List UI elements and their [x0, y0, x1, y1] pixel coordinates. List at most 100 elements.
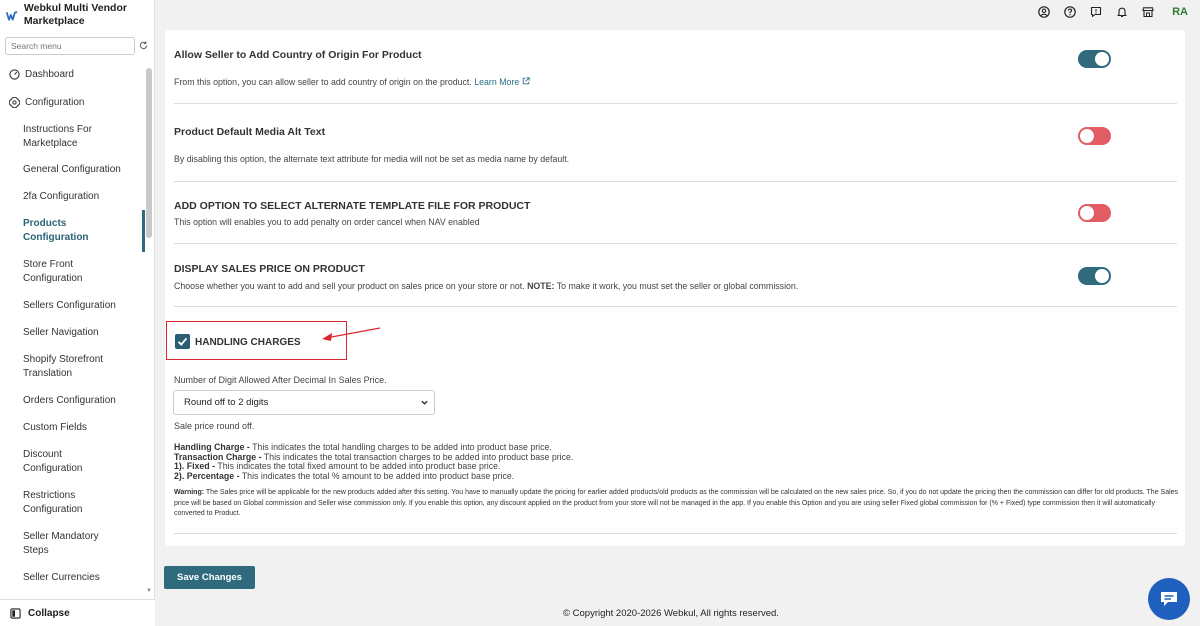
warning-text: The Sales price will be applicable for t… — [174, 489, 1179, 517]
bell-icon[interactable] — [1114, 4, 1130, 20]
collapse-label: Collapse — [28, 607, 70, 619]
learn-more-label: Learn More — [474, 77, 520, 87]
gear-icon — [9, 96, 20, 108]
avatar[interactable]: RA — [1172, 6, 1188, 18]
decimal-digits-label: Number of Digit Allowed After Decimal In… — [174, 375, 387, 385]
sidebar-item-label: Discount Configuration — [23, 448, 83, 474]
active-indicator — [142, 210, 145, 252]
sidebar-item-general[interactable]: General Configuration — [0, 156, 145, 183]
setting-description: This option will enables you to add pena… — [174, 217, 480, 227]
app-name: Webkul Multi Vendor Marketplace — [23, 2, 127, 27]
alternate-template-toggle[interactable] — [1078, 204, 1111, 222]
save-changes-button[interactable]: Save Changes — [164, 566, 255, 589]
handling-charges-checkbox[interactable] — [175, 334, 190, 349]
setting-description: Choose whether you want to add and sell … — [174, 281, 798, 291]
sidebar-item-discount[interactable]: Discount Configuration — [0, 441, 145, 482]
sidebar-item-currencies[interactable]: Seller Currencies — [0, 564, 145, 591]
sidebar-item-label: Sellers Configuration — [23, 299, 116, 311]
sidebar-item-label: Products Configuration — [23, 217, 89, 243]
refresh-icon[interactable] — [139, 41, 149, 51]
select-value: Round off to 2 digits — [184, 397, 269, 408]
dashboard-icon — [9, 69, 20, 80]
sidebar-item-custom-fields[interactable]: Custom Fields — [0, 414, 145, 441]
sidebar-item-label: Seller Navigation — [23, 326, 99, 338]
definition-term: 1). Fixed - — [174, 461, 216, 471]
check-icon — [177, 337, 188, 346]
help-icon[interactable] — [1062, 4, 1078, 20]
sidebar-item-dashboard[interactable]: Dashboard — [0, 63, 145, 86]
sidebar: Webkul Multi Vendor Marketplace Dashboar… — [0, 0, 155, 626]
sidebar-item-label: Seller Mandatory Steps — [23, 530, 99, 556]
collapse-icon — [10, 607, 21, 619]
sidebar-item-label: Configuration — [25, 96, 85, 108]
sidebar-item-label: Shopify Storefront Translation — [23, 353, 104, 379]
definition-text: This indicates the total handling charge… — [252, 442, 552, 452]
sidebar-item-label: Restrictions Configuration — [23, 489, 83, 515]
collapse-button[interactable]: Collapse — [0, 599, 155, 626]
brand: Webkul Multi Vendor Marketplace — [0, 0, 154, 32]
sidebar-menu: Dashboard Configuration Instructions For… — [0, 63, 145, 591]
roundoff-note: Sale price round off. — [174, 421, 255, 431]
setting-title: Allow Seller to Add Country of Origin Fo… — [174, 49, 422, 61]
setting-description-text: Choose whether you want to add and sell … — [174, 281, 525, 291]
setting-title: Product Default Media Alt Text — [174, 126, 326, 138]
setting-title: DISPLAY SALES PRICE ON PRODUCT — [174, 263, 365, 275]
setting-description: By disabling this option, the alternate … — [174, 154, 570, 164]
warning-note: Warning: The Sales price will be applica… — [174, 488, 1179, 520]
setting-description-text: From this option, you can allow seller t… — [174, 77, 472, 87]
sidebar-item-restrictions[interactable]: Restrictions Configuration — [0, 482, 145, 523]
user-circle-icon[interactable] — [1036, 4, 1052, 20]
media-alt-text-toggle[interactable] — [1078, 127, 1111, 145]
sidebar-item-store-front[interactable]: Store Front Configuration — [0, 251, 145, 292]
sidebar-item-sellers[interactable]: Sellers Configuration — [0, 292, 145, 319]
definition-text: This indicates the total % amount to be … — [241, 470, 515, 481]
chat-bubble-icon[interactable] — [1088, 4, 1104, 20]
sidebar-item-label: Store Front Configuration — [23, 258, 83, 284]
sidebar-item-label: 2fa Configuration — [23, 190, 100, 202]
learn-more-link[interactable]: Learn More — [474, 77, 530, 87]
sidebar-item-label: Instructions For Marketplace — [23, 124, 92, 149]
handling-charges-label: HANDLING CHARGES — [195, 337, 301, 348]
setting-description: From this option, you can allow seller t… — [174, 77, 530, 87]
sales-price-toggle[interactable] — [1078, 267, 1111, 285]
sidebar-item-label: Custom Fields — [23, 421, 87, 433]
warning-label: Warning: — [174, 489, 205, 496]
sidebar-item-orders[interactable]: Orders Configuration — [0, 387, 145, 414]
scroll-down-arrow-icon[interactable]: ▼ — [146, 588, 152, 594]
note-text: To make it work, you must set the seller… — [556, 281, 799, 291]
definition-text: This indicates the total fixed amount to… — [217, 461, 501, 471]
sidebar-item-mandatory-steps[interactable]: Seller Mandatory Steps — [0, 523, 145, 564]
sidebar-item-2fa[interactable]: 2fa Configuration — [0, 183, 145, 210]
setting-alternate-template: ADD OPTION TO SELECT ALTERNATE TEMPLATE … — [174, 182, 1177, 244]
decimal-round-select[interactable]: Round off to 2 digits — [173, 390, 435, 415]
definition-row: 2). Percentage - This indicates the tota… — [174, 470, 573, 482]
sidebar-item-products[interactable]: Products Configuration — [0, 210, 145, 251]
search-menu-input[interactable] — [5, 37, 135, 55]
sidebar-item-storefront-translation[interactable]: Shopify Storefront Translation — [0, 346, 145, 387]
definition-term: Transaction Charge - — [174, 451, 262, 462]
topbar: RA — [156, 0, 1200, 24]
setting-media-alt-text: Product Default Media Alt Text By disabl… — [174, 104, 1177, 182]
chat-icon — [1161, 592, 1177, 606]
external-link-icon — [522, 77, 530, 85]
sidebar-item-label: Seller Currencies — [23, 571, 100, 583]
note-label: NOTE: — [527, 281, 555, 291]
sidebar-item-seller-navigation[interactable]: Seller Navigation — [0, 319, 145, 346]
sidebar-item-label: General Configuration — [23, 163, 121, 175]
country-origin-toggle[interactable] — [1078, 50, 1111, 68]
sidebar-item-label: Orders Configuration — [23, 394, 116, 406]
sidebar-item-label: Dashboard — [25, 69, 74, 80]
chat-support-button[interactable] — [1148, 578, 1190, 620]
setting-title: ADD OPTION TO SELECT ALTERNATE TEMPLATE … — [174, 200, 531, 212]
chevron-down-icon — [421, 400, 428, 405]
sidebar-item-instructions[interactable]: Instructions For Marketplace — [0, 118, 145, 156]
sidebar-item-configuration[interactable]: Configuration — [0, 86, 145, 118]
definition-text: This indicates the total transaction cha… — [263, 451, 574, 462]
annotation-arrow-icon — [322, 327, 381, 341]
definition-term: Handling Charge - — [174, 442, 250, 452]
setting-country-of-origin: Allow Seller to Add Country of Origin Fo… — [174, 30, 1177, 104]
setting-display-sales-price: DISPLAY SALES PRICE ON PRODUCT Choose wh… — [174, 244, 1177, 307]
store-icon[interactable] — [1140, 4, 1156, 20]
sidebar-scrollbar[interactable] — [146, 68, 152, 238]
definition-term: 2). Percentage - — [174, 470, 240, 481]
